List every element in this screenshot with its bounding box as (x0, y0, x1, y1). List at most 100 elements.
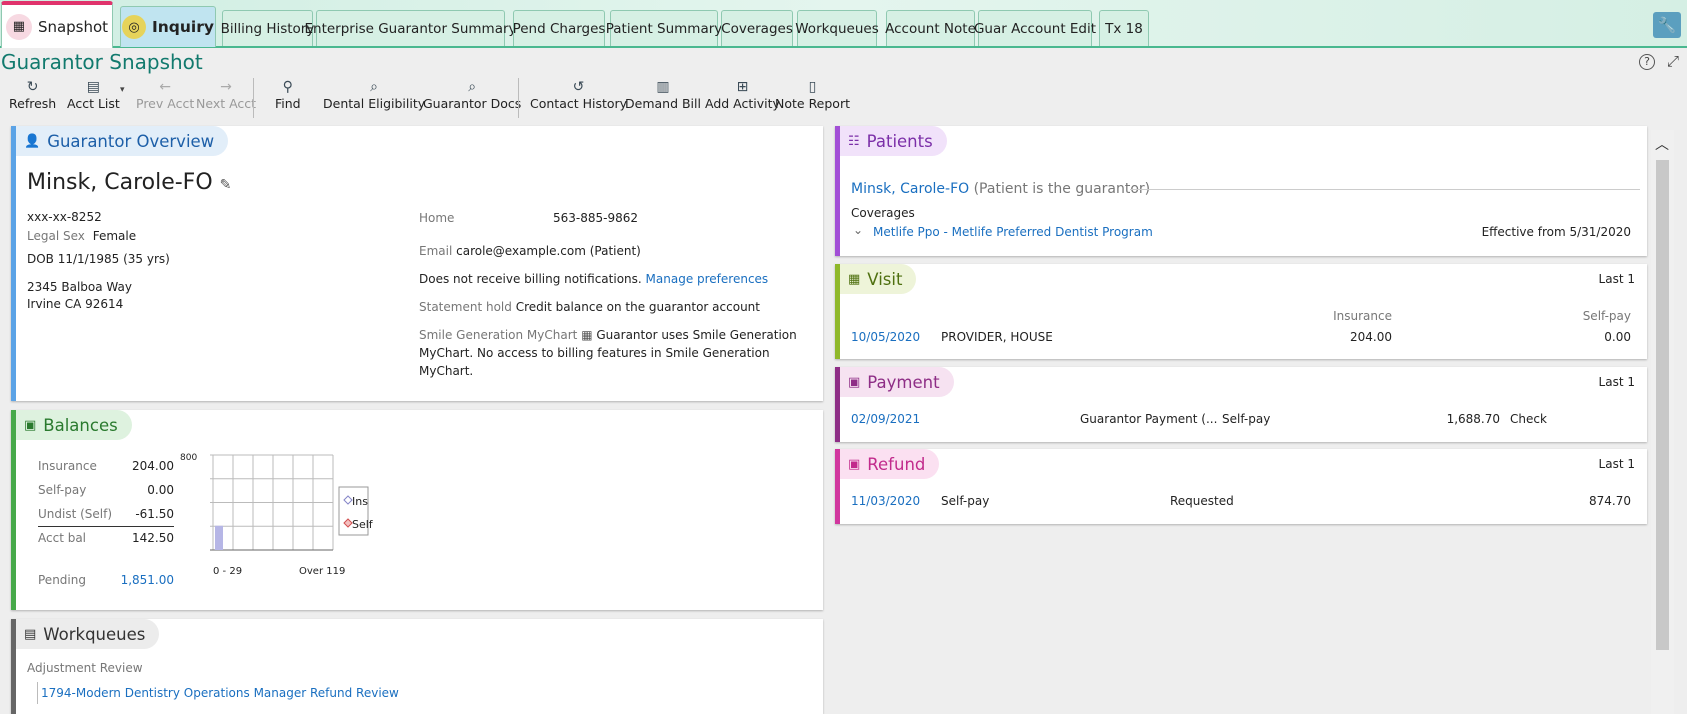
tab-workqueues[interactable]: Workqueues (795, 10, 879, 46)
y-tick-label: 800 (180, 453, 197, 463)
expand-icon[interactable]: ⤢ (1667, 52, 1679, 70)
refund-last-count: Last 1 (1598, 457, 1635, 471)
mychart-status-icon: ▦ (581, 328, 593, 342)
pending-value[interactable]: 1,851.00 (96, 573, 174, 587)
selfpay-balance-label: Self-pay (38, 483, 87, 497)
address-line2: Irvine CA 92614 (27, 297, 124, 311)
add-activity-label: Add Activity (705, 96, 780, 111)
toolbar-divider (518, 78, 519, 118)
note-report-label: Note Report (775, 96, 850, 111)
tab-enterprise-guarantor-summary[interactable]: Enterprise Guarantor Summary (304, 10, 517, 46)
payment-header: ▣ Payment (840, 367, 954, 397)
person-icon: 👤 (24, 133, 41, 149)
visit-date-link[interactable]: 10/05/2020 (851, 330, 920, 344)
eligibility-icon: ⌕ (370, 79, 378, 95)
find-button[interactable]: ⚲ Find (275, 78, 301, 111)
balances-panel: ▣ Balances Insurance 204.00 Self-pay 0.0… (11, 410, 823, 610)
coverage-effective: Effective from 5/31/2020 (1481, 225, 1631, 239)
help-icon[interactable]: ? (1639, 54, 1655, 70)
tab-label: Account Note (885, 20, 976, 37)
prev-acct-button[interactable]: ← Prev Acct (136, 78, 194, 111)
scroll-up-icon[interactable]: ︿ (1655, 134, 1669, 154)
docs-search-icon: ⌕ (468, 79, 477, 95)
chart-bars (215, 525, 223, 550)
refresh-icon: ↻ (26, 79, 39, 95)
refund-date-link[interactable]: 11/03/2020 (851, 494, 920, 508)
refund-amount: 874.70 (1589, 494, 1631, 508)
tab-label: Pend Charges (512, 20, 606, 37)
dropdown-arrow-icon[interactable]: ▾ (120, 85, 125, 95)
visit-insurance-amount: 204.00 (1350, 330, 1392, 344)
tab-tx-18[interactable]: Tx 18 (1099, 10, 1149, 46)
guarantor-docs-label: Guarantor Docs (423, 96, 522, 111)
acct-list-button[interactable]: ▤ Acct List (67, 78, 120, 111)
add-activity-button[interactable]: ⊞ Add Activity (705, 78, 780, 111)
tab-pend-charges[interactable]: Pend Charges (513, 10, 605, 46)
payment-amount: 1,688.70 (1446, 412, 1500, 426)
coverages-label: Coverages (851, 206, 915, 220)
dental-eligibility-button[interactable]: ⌕ Dental Eligibility (323, 78, 425, 111)
chart-grid (210, 454, 334, 551)
double-chevron-down-icon[interactable]: ⌄ (853, 223, 863, 237)
balances-header: ▣ Balances (16, 410, 132, 440)
patient-name-link[interactable]: Minsk, Carole-FO (851, 181, 969, 197)
tab-label: Billing History (220, 20, 315, 37)
demand-bill-button[interactable]: ▥ Demand Bill (625, 78, 701, 111)
mychart-line3: MyChart. (419, 364, 474, 378)
magnifier-icon: ⚲ (282, 79, 293, 95)
payment-panel: ▣ Payment Last 1 02/09/2021 Guarantor Pa… (835, 367, 1647, 442)
statement-hold-value: Credit balance on the guarantor account (515, 300, 760, 314)
scrollbar-thumb[interactable] (1656, 160, 1669, 650)
legal-sex-value: Female (92, 229, 137, 243)
calendar-icon: ▦ (848, 271, 861, 287)
next-acct-button[interactable]: → Next Acct (196, 78, 256, 111)
vertical-scrollbar[interactable]: ︿ (1651, 130, 1674, 714)
tab-snapshot[interactable]: ▦ Snapshot (1, 1, 113, 48)
dental-eligibility-label: Dental Eligibility (323, 96, 426, 111)
manage-preferences-link[interactable]: Manage preferences (646, 272, 769, 286)
mychart-line1: Guarantor uses Smile Generation (596, 328, 797, 342)
refresh-button[interactable]: ↻ Refresh (9, 78, 56, 111)
wrench-icon[interactable]: 🔧 (1653, 12, 1681, 38)
pending-label: Pending (38, 573, 86, 587)
x-tick-label: Over 119 (299, 566, 345, 575)
tab-inquiry[interactable]: ◎ Inquiry (120, 6, 216, 47)
tab-coverages[interactable]: Coverages (721, 10, 793, 46)
refresh-label: Refresh (9, 96, 57, 111)
tab-billing-history[interactable]: Billing History (220, 10, 315, 46)
undist-balance-value: -61.50 (135, 507, 174, 521)
x-tick-label: 0 - 29 (213, 566, 242, 575)
statement-hold-label: Statement hold (419, 300, 512, 314)
payment-date-link[interactable]: 02/09/2021 (851, 412, 920, 426)
arrow-right-icon: → (220, 79, 232, 95)
note-report-button[interactable]: ▯ Note Report (775, 78, 850, 111)
balances-title: Balances (43, 415, 118, 435)
tab-label: Patient Summary (605, 20, 723, 37)
pencil-icon[interactable]: ✎ (220, 177, 232, 193)
email-label: Email (419, 244, 453, 258)
refund-status: Requested (1170, 494, 1234, 508)
workqueue-item-link[interactable]: 1794-Modern Dentistry Operations Manager… (41, 686, 399, 700)
contact-history-label: Contact History (530, 96, 628, 111)
home-phone-label: Home (419, 211, 455, 225)
billing-notice: Does not receive billing notifications. (419, 272, 642, 286)
contact-history-button[interactable]: ↺ Contact History (530, 78, 627, 111)
patient-list-icon: ☷ (848, 133, 860, 149)
tab-label: Coverages (721, 20, 793, 37)
dob-text: DOB 11/1/1985 (35 yrs) (27, 252, 170, 266)
tab-guar-account-edit[interactable]: Guar Account Edit (974, 10, 1096, 46)
home-phone-value: 563-885-9862 (553, 211, 639, 225)
workqueues-header: ▤ Workqueues (16, 619, 160, 649)
demand-bill-label: Demand Bill (625, 96, 701, 111)
insurance-balance-value: 204.00 (132, 459, 174, 473)
payment-type: Self-pay (1222, 412, 1271, 426)
mychart-label: Smile Generation MyChart (419, 328, 578, 342)
coverage-link[interactable]: Metlife Ppo - Metlife Preferred Dentist … (873, 225, 1153, 239)
guarantor-name-text: Minsk, Carole-FO (27, 170, 213, 195)
history-icon: ↺ (572, 79, 585, 95)
guarantor-docs-button[interactable]: ⌕ Guarantor Docs (423, 78, 521, 111)
tab-patient-summary[interactable]: Patient Summary (606, 10, 722, 46)
cash-icon: ▣ (24, 417, 37, 433)
guarantor-overview-header: 👤 Guarantor Overview (16, 126, 229, 156)
tab-account-note[interactable]: Account Note (885, 10, 976, 46)
